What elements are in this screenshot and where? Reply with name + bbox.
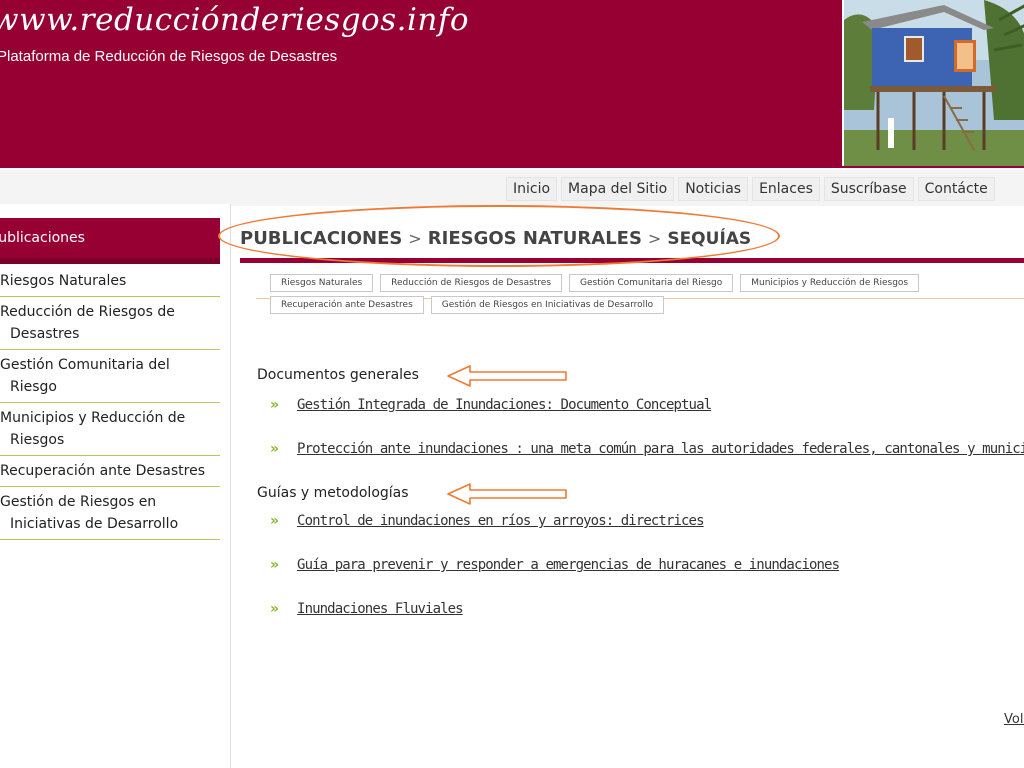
subtab-gestion-comunitaria[interactable]: Gestión Comunitaria del Riesgo [569,274,734,292]
breadcrumb: PUBLICACIONES > RIESGOS NATURALES > SEQUÍAS [240,228,1024,263]
section-title-guias-metodologias: Guías y metodologías [257,485,409,501]
section-title-documentos-generales: Documentos generales [257,367,419,383]
list-item: » Guía para prevenir y responder a emerge… [270,557,840,573]
double-chevron-right-icon: » [270,397,280,413]
breadcrumb-riesgos-naturales[interactable]: RIESGOS NATURALES [428,228,642,249]
subtab-recuperacion[interactable]: Recuperación ante Desastres [270,296,424,314]
breadcrumb-separator: > [647,229,662,248]
doc-link-control-inundaciones[interactable]: Control de inundaciones en ríos y arroyo… [297,513,704,529]
sidebar-item-riesgos-naturales[interactable]: Riesgos Naturales [0,266,220,297]
banner-house-photo [842,0,1024,166]
site-title[interactable]: www.reducciónderiesgos.info [0,2,469,38]
sidebar-item-label: Riesgos Naturales [0,273,127,289]
site-banner: www.reducciónderiesgos.info Plataforma d… [0,0,1024,168]
house-photo-illustration [844,0,1024,166]
list-item: » Gestión Integrada de Inundaciones: Docu… [270,397,712,413]
double-chevron-right-icon: » [270,441,280,457]
sidebar-menu: Riesgos Naturales Reducción de Riesgos d… [0,266,220,540]
double-chevron-right-icon: » [270,557,280,573]
sidebar-item-label: Gestión Comunitaria del Riesgo [0,357,170,395]
doc-link-guia-huracanes[interactable]: Guía para prevenir y responder a emergen… [297,557,840,573]
breadcrumb-separator: > [408,229,422,248]
subtab-municipios[interactable]: Municipios y Reducción de Riesgos [740,274,920,292]
doc-link-proteccion-inundaciones[interactable]: Protección ante inundaciones : una meta … [297,441,1024,457]
doc-link-gestion-integrada[interactable]: Gestión Integrada de Inundaciones: Docum… [297,397,712,413]
list-item: » Protección ante inundaciones : una meta… [270,441,1024,457]
nav-inicio[interactable]: Inicio [506,177,558,201]
nav-contacte[interactable]: Contácte [917,177,995,201]
sidebar-item-label: Reducción de Riesgos de Desastres [0,304,175,342]
top-navigation-bar: Inicio Mapa del Sitio Noticias Enlaces S… [0,168,1024,206]
subtabs: Riesgos Naturales Reducción de Riesgos d… [270,274,1024,318]
list-item: » Inundaciones Fluviales [270,601,464,617]
main-content: PUBLICACIONES > RIESGOS NATURALES > SEQUÍAS … [240,204,1024,768]
sidebar-item-label: Municipios y Reducción de Riesgos [0,410,186,448]
nav-suscribase[interactable]: Suscríbase [823,177,914,201]
sidebar: Publicaciones Riesgos Naturales Reducció… [0,204,231,768]
list-item: » Control de inundaciones en ríos y arroy… [270,513,705,529]
back-link[interactable]: Volver [1004,712,1024,727]
nav-noticias[interactable]: Noticias [678,177,749,201]
sidebar-item-recuperacion[interactable]: Recuperación ante Desastres [0,456,220,487]
top-navigation: Inicio Mapa del Sitio Noticias Enlaces S… [506,177,995,201]
sidebar-item-municipios[interactable]: Municipios y Reducción de Riesgos [0,403,220,456]
breadcrumb-sequias: SEQUÍAS [667,229,752,249]
breadcrumb-publicaciones[interactable]: PUBLICACIONES [240,228,402,249]
arrow-left-icon [447,365,567,387]
arrow-left-icon [447,483,567,505]
subtab-reduccion-riesgos[interactable]: Reducción de Riesgos de Desastres [380,274,563,292]
nav-mapa-del-sitio[interactable]: Mapa del Sitio [561,177,675,201]
sidebar-item-label: Recuperación ante Desastres [0,463,206,479]
double-chevron-right-icon: » [270,601,280,617]
sidebar-item-reduccion-riesgos[interactable]: Reducción de Riesgos de Desastres [0,297,220,350]
sidebar-item-gestion-iniciativas[interactable]: Gestión de Riesgos en Iniciativas de Des… [0,487,220,540]
nav-enlaces[interactable]: Enlaces [752,177,820,201]
doc-link-inundaciones-fluviales[interactable]: Inundaciones Fluviales [297,601,464,617]
sidebar-item-label: Gestión de Riesgos en Iniciativas de Des… [0,494,179,532]
site-subtitle: Plataforma de Reducción de Riesgos de De… [0,48,338,65]
subtab-gestion-iniciativas[interactable]: Gestión de Riesgos en Iniciativas de Des… [430,296,665,314]
subtab-riesgos-naturales[interactable]: Riesgos Naturales [270,274,374,292]
double-chevron-right-icon: » [270,513,280,529]
sidebar-item-gestion-comunitaria[interactable]: Gestión Comunitaria del Riesgo [0,350,220,403]
sidebar-heading[interactable]: Publicaciones [0,218,220,264]
